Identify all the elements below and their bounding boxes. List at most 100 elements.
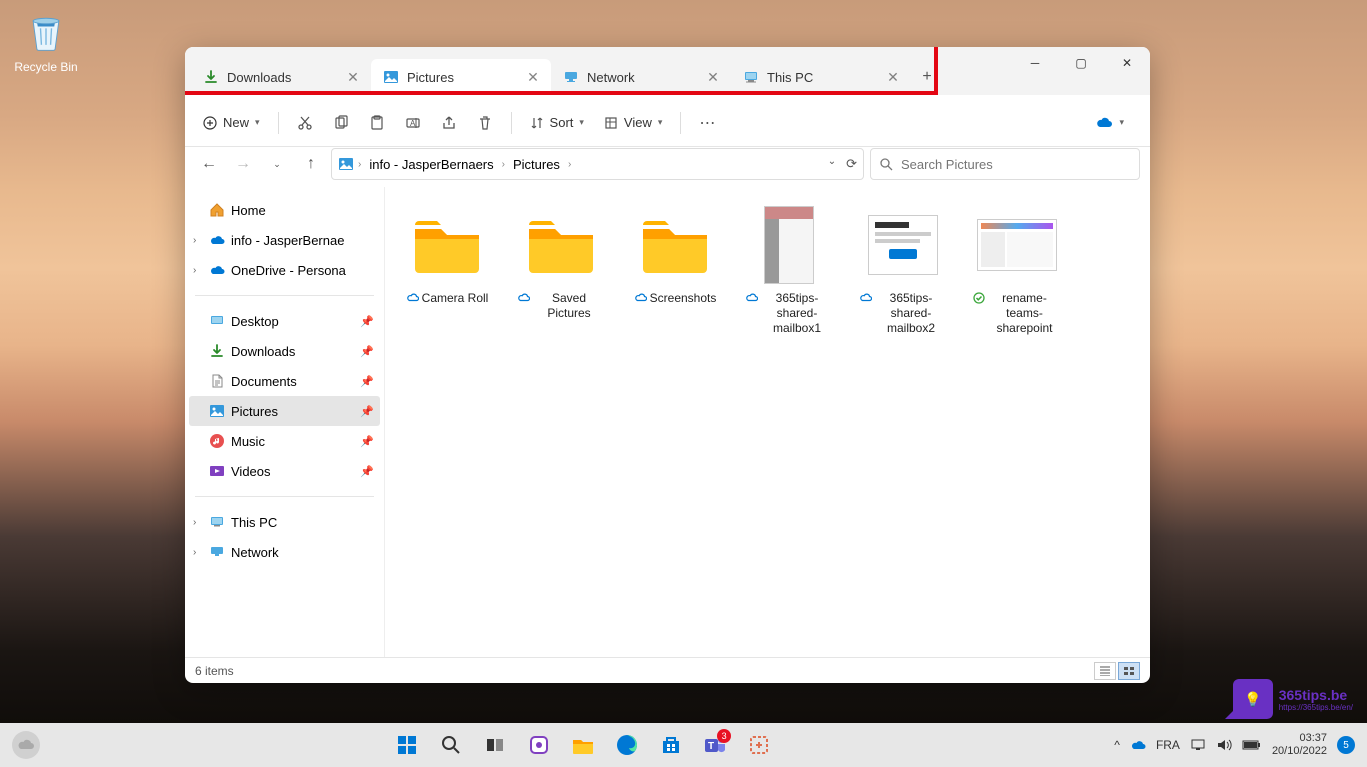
- sidebar-item-network[interactable]: › Network: [189, 537, 380, 567]
- chevron-right-icon[interactable]: ›: [193, 517, 196, 528]
- refresh-button[interactable]: ⟳: [846, 156, 857, 172]
- close-icon[interactable]: ✕: [705, 69, 721, 85]
- battery-tray-icon[interactable]: [1242, 739, 1262, 751]
- sidebar-separator: [195, 295, 374, 296]
- tray-overflow-button[interactable]: ^: [1114, 738, 1120, 752]
- taskbar-teams[interactable]: T3: [695, 725, 735, 765]
- sidebar-item-home[interactable]: Home: [189, 195, 380, 225]
- sync-available-icon: [973, 292, 985, 304]
- address-bar[interactable]: › info - JasperBernaers › Pictures › ⌄ ⟳: [331, 148, 864, 180]
- recent-locations-button[interactable]: ⌄: [263, 150, 291, 178]
- sort-button[interactable]: Sort ▾: [522, 107, 592, 139]
- copy-button[interactable]: [325, 107, 357, 139]
- file-item[interactable]: Camera Roll: [399, 201, 495, 340]
- sidebar-item-music[interactable]: Music 📌: [189, 426, 380, 456]
- sidebar-item-label: This PC: [231, 515, 277, 530]
- file-list[interactable]: Camera RollSaved Pictures Screenshots 365t…: [385, 187, 1150, 657]
- sidebar-item-pictures[interactable]: Pictures 📌: [189, 396, 380, 426]
- file-item[interactable]: Screenshots: [627, 201, 723, 340]
- tab-network[interactable]: Network ✕: [551, 59, 731, 95]
- taskbar-store[interactable]: [651, 725, 691, 765]
- file-thumbnail: [635, 205, 715, 285]
- close-icon[interactable]: ✕: [525, 69, 541, 85]
- sidebar-separator: [195, 496, 374, 497]
- sidebar-item-onedrive-business[interactable]: › info - JasperBernae: [189, 225, 380, 255]
- date: 20/10/2022: [1272, 745, 1327, 758]
- file-thumbnail: [749, 205, 829, 285]
- details-view-button[interactable]: [1094, 662, 1116, 680]
- svg-text:T: T: [708, 741, 714, 752]
- desktop-recycle-bin[interactable]: Recycle Bin: [8, 8, 84, 74]
- cut-button[interactable]: [289, 107, 321, 139]
- tab-pictures[interactable]: Pictures ✕: [371, 59, 551, 95]
- chevron-down-icon: ▾: [579, 117, 584, 128]
- sidebar-item-documents[interactable]: Documents 📌: [189, 366, 380, 396]
- language-indicator[interactable]: FRA: [1156, 738, 1180, 752]
- task-view-button[interactable]: [475, 725, 515, 765]
- chevron-right-icon[interactable]: ›: [193, 547, 196, 558]
- sort-label: Sort: [550, 115, 574, 130]
- breadcrumb-item[interactable]: info - JasperBernaers: [365, 155, 497, 174]
- separator: [278, 112, 279, 134]
- pictures-icon: [338, 156, 354, 172]
- up-button[interactable]: ↑: [297, 150, 325, 178]
- lightbulb-icon: 💡: [1233, 679, 1273, 719]
- close-icon[interactable]: ✕: [345, 69, 361, 85]
- volume-tray-icon[interactable]: [1216, 738, 1232, 752]
- icons-view-button[interactable]: [1118, 662, 1140, 680]
- close-window-button[interactable]: ✕: [1104, 47, 1150, 79]
- chevron-down-icon: ▾: [658, 117, 663, 128]
- taskbar-explorer[interactable]: [563, 725, 603, 765]
- forward-button[interactable]: →: [229, 150, 257, 178]
- sidebar-item-thispc[interactable]: › This PC: [189, 507, 380, 537]
- navigation-sidebar: Home › info - JasperBernae › OneDrive - …: [185, 187, 385, 657]
- file-item[interactable]: 365tips-shared-mailbox1: [741, 201, 837, 340]
- file-item[interactable]: rename-teams-sharepoint: [969, 201, 1065, 340]
- minimize-button[interactable]: ─: [1012, 47, 1058, 79]
- network-tray-icon[interactable]: [1190, 738, 1206, 752]
- clock[interactable]: 03:37 20/10/2022: [1272, 732, 1327, 758]
- widgets-button[interactable]: [519, 725, 559, 765]
- tab-downloads[interactable]: Downloads ✕: [191, 59, 371, 95]
- pin-icon: 📌: [360, 435, 374, 448]
- sidebar-item-desktop[interactable]: Desktop 📌: [189, 306, 380, 336]
- file-item[interactable]: 365tips-shared-mailbox2: [855, 201, 951, 340]
- item-count: 6 items: [195, 664, 234, 678]
- file-name: Screenshots: [650, 291, 717, 306]
- search-input[interactable]: [901, 157, 1131, 172]
- onedrive-status-button[interactable]: ▾: [1087, 107, 1132, 139]
- back-button[interactable]: ←: [195, 150, 223, 178]
- search-box[interactable]: [870, 148, 1140, 180]
- address-dropdown-button[interactable]: ⌄: [828, 156, 836, 172]
- start-button[interactable]: [387, 725, 427, 765]
- sidebar-item-downloads[interactable]: Downloads 📌: [189, 336, 380, 366]
- weather-widget[interactable]: [12, 731, 40, 759]
- maximize-button[interactable]: ▢: [1058, 47, 1104, 79]
- tab-thispc[interactable]: This PC ✕: [731, 59, 911, 95]
- view-button[interactable]: View ▾: [596, 107, 670, 139]
- svg-text:A: A: [410, 119, 416, 128]
- pin-icon: 📌: [360, 405, 374, 418]
- onedrive-tray-icon[interactable]: [1130, 739, 1146, 751]
- paste-button[interactable]: [361, 107, 393, 139]
- sidebar-item-onedrive-personal[interactable]: › OneDrive - Persona: [189, 255, 380, 285]
- more-button[interactable]: ⋯: [691, 107, 723, 139]
- taskbar-snip[interactable]: [739, 725, 779, 765]
- chevron-right-icon[interactable]: ›: [193, 235, 196, 246]
- file-item[interactable]: Saved Pictures: [513, 201, 609, 340]
- breadcrumb-item[interactable]: Pictures: [509, 155, 564, 174]
- sidebar-item-label: Pictures: [231, 404, 278, 419]
- delete-button[interactable]: [469, 107, 501, 139]
- sidebar-item-videos[interactable]: Videos 📌: [189, 456, 380, 486]
- chevron-right-icon[interactable]: ›: [193, 265, 196, 276]
- pin-icon: 📌: [360, 375, 374, 388]
- share-button[interactable]: [433, 107, 465, 139]
- new-tab-button[interactable]: +: [911, 59, 943, 95]
- rename-button[interactable]: A: [397, 107, 429, 139]
- sidebar-item-label: Downloads: [231, 344, 295, 359]
- new-button[interactable]: New ▾: [195, 107, 268, 139]
- notification-count[interactable]: 5: [1337, 736, 1355, 754]
- search-button[interactable]: [431, 725, 471, 765]
- taskbar-edge[interactable]: [607, 725, 647, 765]
- close-icon[interactable]: ✕: [885, 69, 901, 85]
